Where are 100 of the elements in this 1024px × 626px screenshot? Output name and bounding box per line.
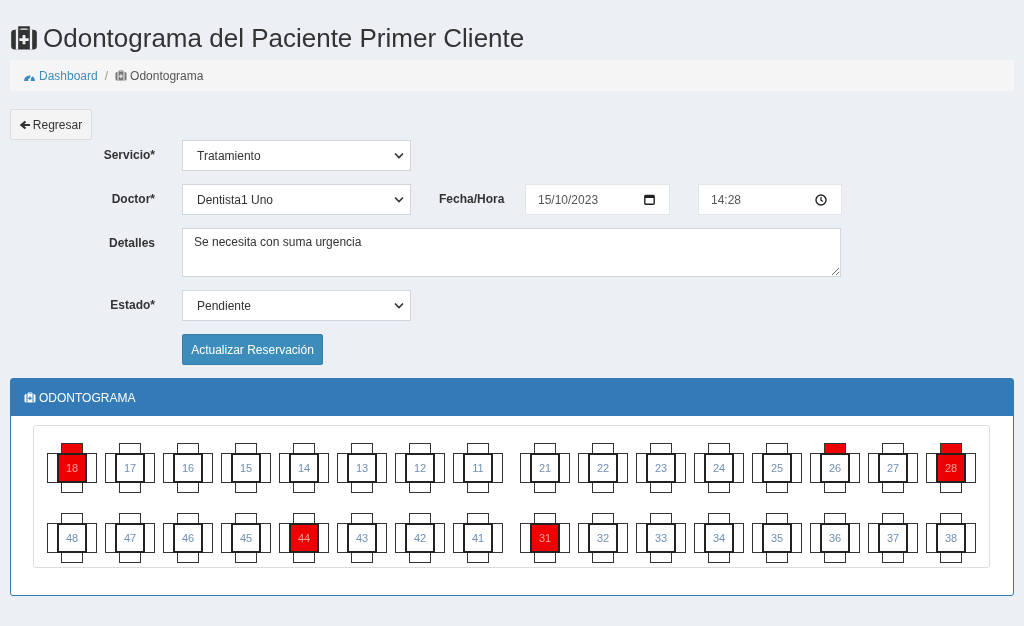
tooth-center[interactable]: 13 bbox=[347, 453, 377, 483]
select-field[interactable]: Pendiente bbox=[182, 290, 411, 321]
tooth-surface[interactable] bbox=[119, 482, 141, 493]
tooth-center[interactable]: 27 bbox=[878, 453, 908, 483]
tooth-surface[interactable] bbox=[105, 453, 116, 483]
tooth-surface[interactable] bbox=[940, 482, 962, 493]
tooth-surface[interactable] bbox=[163, 453, 174, 483]
tooth-surface[interactable] bbox=[293, 443, 315, 454]
tooth-surface[interactable] bbox=[318, 523, 329, 553]
tooth-surface[interactable] bbox=[351, 482, 373, 493]
tooth-surface[interactable] bbox=[882, 482, 904, 493]
tooth-surface[interactable] bbox=[592, 513, 614, 524]
tooth-surface[interactable] bbox=[868, 523, 879, 553]
tooth-center[interactable]: 41 bbox=[463, 523, 493, 553]
tooth-center[interactable]: 28 bbox=[936, 453, 966, 483]
tooth-surface[interactable] bbox=[592, 552, 614, 563]
tooth-surface[interactable] bbox=[61, 482, 83, 493]
tooth-surface[interactable] bbox=[221, 523, 232, 553]
tooth-surface[interactable] bbox=[119, 552, 141, 563]
tooth-center[interactable]: 43 bbox=[347, 523, 377, 553]
details-field[interactable]: Se necesita con suma urgencia bbox=[182, 228, 841, 277]
tooth-center[interactable]: 14 bbox=[289, 453, 319, 483]
tooth-surface[interactable] bbox=[235, 443, 257, 454]
tooth-surface[interactable] bbox=[882, 443, 904, 454]
tooth-center[interactable]: 25 bbox=[762, 453, 792, 483]
tooth-center[interactable]: 44 bbox=[289, 523, 319, 553]
tooth-surface[interactable] bbox=[578, 523, 589, 553]
tooth-surface[interactable] bbox=[592, 482, 614, 493]
tooth-surface[interactable] bbox=[708, 443, 730, 454]
tooth-surface[interactable] bbox=[144, 523, 155, 553]
tooth-surface[interactable] bbox=[351, 552, 373, 563]
tooth-center[interactable]: 37 bbox=[878, 523, 908, 553]
tooth-center[interactable]: 23 bbox=[646, 453, 676, 483]
tooth-center[interactable]: 21 bbox=[530, 453, 560, 483]
tooth-surface[interactable] bbox=[965, 453, 976, 483]
tooth-center[interactable]: 34 bbox=[704, 523, 734, 553]
tooth-surface[interactable] bbox=[453, 453, 464, 483]
tooth-surface[interactable] bbox=[965, 523, 976, 553]
tooth-surface[interactable] bbox=[279, 523, 290, 553]
tooth-center[interactable]: 38 bbox=[936, 523, 966, 553]
tooth-center[interactable]: 11 bbox=[463, 453, 493, 483]
tooth-surface[interactable] bbox=[534, 443, 556, 454]
tooth-surface[interactable] bbox=[617, 523, 628, 553]
tooth-surface[interactable] bbox=[868, 453, 879, 483]
tooth-center[interactable]: 24 bbox=[704, 453, 734, 483]
tooth-center[interactable]: 22 bbox=[588, 453, 618, 483]
tooth-surface[interactable] bbox=[791, 453, 802, 483]
tooth-surface[interactable] bbox=[177, 552, 199, 563]
tooth-surface[interactable] bbox=[86, 453, 97, 483]
tooth-surface[interactable] bbox=[163, 523, 174, 553]
tooth-surface[interactable] bbox=[119, 513, 141, 524]
tooth-center[interactable]: 45 bbox=[231, 523, 261, 553]
tooth-surface[interactable] bbox=[409, 552, 431, 563]
tooth-surface[interactable] bbox=[467, 552, 489, 563]
tooth-surface[interactable] bbox=[409, 482, 431, 493]
tooth-surface[interactable] bbox=[221, 453, 232, 483]
tooth-surface[interactable] bbox=[650, 552, 672, 563]
tooth-surface[interactable] bbox=[492, 453, 503, 483]
tooth-surface[interactable] bbox=[47, 453, 58, 483]
tooth-surface[interactable] bbox=[235, 513, 257, 524]
tooth-surface[interactable] bbox=[279, 453, 290, 483]
tooth-surface[interactable] bbox=[86, 523, 97, 553]
tooth-surface[interactable] bbox=[708, 552, 730, 563]
tooth-surface[interactable] bbox=[351, 513, 373, 524]
tooth-surface[interactable] bbox=[849, 523, 860, 553]
tooth-surface[interactable] bbox=[105, 523, 116, 553]
tooth-surface[interactable] bbox=[559, 523, 570, 553]
tooth-surface[interactable] bbox=[395, 453, 406, 483]
tooth-surface[interactable] bbox=[453, 523, 464, 553]
tooth-surface[interactable] bbox=[409, 513, 431, 524]
tooth-surface[interactable] bbox=[650, 482, 672, 493]
tooth-surface[interactable] bbox=[882, 552, 904, 563]
tooth-surface[interactable] bbox=[376, 523, 387, 553]
tooth-surface[interactable] bbox=[926, 523, 937, 553]
tooth-surface[interactable] bbox=[824, 552, 846, 563]
tooth-surface[interactable] bbox=[492, 523, 503, 553]
tooth-surface[interactable] bbox=[520, 523, 531, 553]
select-field[interactable]: Dentista1 Uno bbox=[182, 184, 411, 215]
back-button[interactable]: Regresar bbox=[10, 109, 92, 140]
tooth-center[interactable]: 35 bbox=[762, 523, 792, 553]
tooth-surface[interactable] bbox=[202, 453, 213, 483]
tooth-surface[interactable] bbox=[337, 523, 348, 553]
tooth-surface[interactable] bbox=[467, 482, 489, 493]
select-field[interactable]: Tratamiento bbox=[182, 140, 411, 171]
tooth-surface[interactable] bbox=[534, 552, 556, 563]
tooth-surface[interactable] bbox=[293, 513, 315, 524]
update-button[interactable]: Actualizar Reservación bbox=[182, 334, 323, 365]
tooth-surface[interactable] bbox=[882, 513, 904, 524]
tooth-surface[interactable] bbox=[926, 453, 937, 483]
tooth-surface[interactable] bbox=[694, 523, 705, 553]
tooth-surface[interactable] bbox=[337, 453, 348, 483]
tooth-surface[interactable] bbox=[578, 453, 589, 483]
tooth-surface[interactable] bbox=[351, 443, 373, 454]
tooth-surface[interactable] bbox=[293, 552, 315, 563]
tooth-surface[interactable] bbox=[810, 523, 821, 553]
tooth-center[interactable]: 15 bbox=[231, 453, 261, 483]
date-field[interactable]: 15/10/2023 bbox=[525, 184, 670, 215]
tooth-surface[interactable] bbox=[766, 552, 788, 563]
tooth-surface[interactable] bbox=[810, 453, 821, 483]
tooth-surface[interactable] bbox=[694, 453, 705, 483]
